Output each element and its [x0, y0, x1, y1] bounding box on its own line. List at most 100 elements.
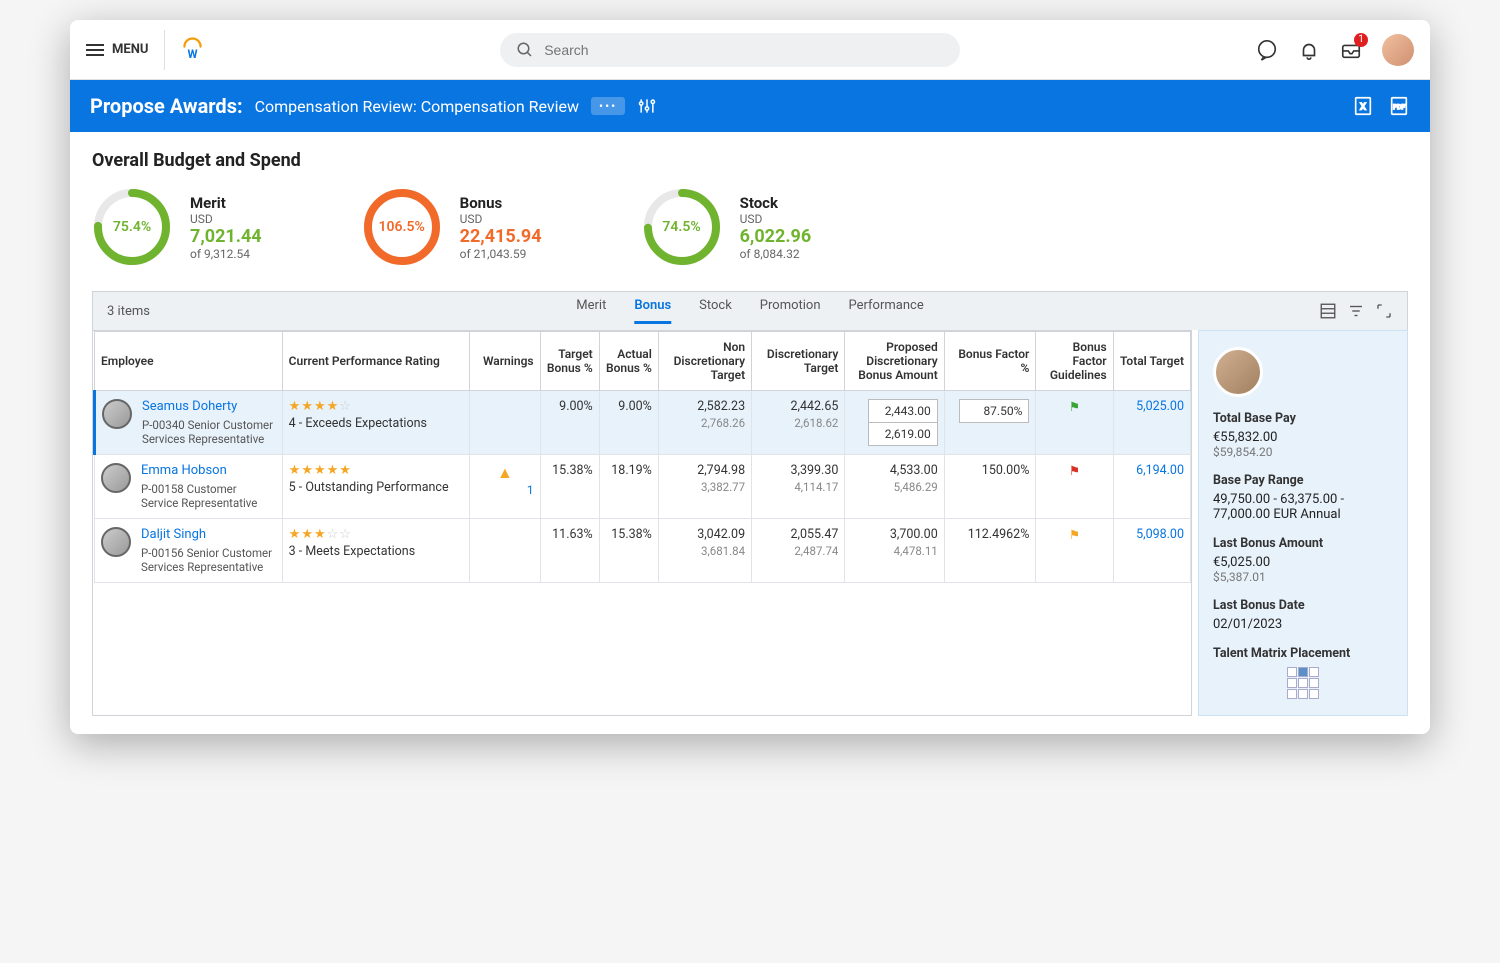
base-pay-range-value: 49,750.00 - 63,375.00 - 77,000.00 EUR An… — [1213, 492, 1393, 522]
talent-matrix-icon — [1287, 667, 1319, 699]
budget-currency: USD — [190, 212, 262, 226]
budget-of: of 21,043.59 — [460, 247, 542, 261]
base-pay-range-label: Base Pay Range — [1213, 473, 1393, 488]
bonus-factor-value: 150.00% — [982, 463, 1030, 478]
svg-text:X: X — [1360, 103, 1366, 113]
user-avatar[interactable] — [1382, 34, 1414, 66]
employee-avatar — [101, 527, 131, 557]
budget-name: Stock — [740, 194, 812, 212]
employee-name[interactable]: Seamus Doherty — [142, 399, 276, 414]
employee-position: P-00158 Customer Service Representative — [141, 482, 276, 510]
grid-view-icon[interactable] — [1319, 302, 1337, 320]
warning-count[interactable]: 1 — [476, 483, 533, 497]
employee-name[interactable]: Emma Hobson — [141, 463, 276, 478]
talent-matrix-label: Talent Matrix Placement — [1213, 646, 1393, 661]
tab-promotion[interactable]: Promotion — [760, 298, 821, 324]
total-target[interactable]: 5,098.00 — [1136, 527, 1184, 542]
budget-amount: 6,022.96 — [740, 226, 812, 247]
proposed-sub: 4,478.11 — [851, 544, 937, 558]
total-target[interactable]: 5,025.00 — [1136, 399, 1184, 414]
tab-bonus[interactable]: Bonus — [634, 298, 671, 324]
svg-text:W: W — [188, 47, 198, 61]
more-actions-pill[interactable]: ••• — [591, 97, 625, 115]
last-bonus-label: Last Bonus Amount — [1213, 536, 1393, 551]
table-row[interactable]: Daljit Singh P-00156 Senior Customer Ser… — [95, 519, 1191, 583]
non-disc-target: 3,042.09 — [665, 527, 745, 542]
tab-stock[interactable]: Stock — [699, 298, 732, 324]
col-bonus-factor[interactable]: Bonus Factor % — [944, 332, 1036, 391]
svg-text:PDF: PDF — [1393, 103, 1405, 111]
last-bonus-date-label: Last Bonus Date — [1213, 598, 1393, 613]
rating-text: 3 - Meets Expectations — [289, 544, 464, 559]
last-bonus-sub: $5,387.01 — [1213, 570, 1393, 584]
actual-bonus-pct: 9.00% — [599, 391, 658, 455]
col-total-target[interactable]: Total Target — [1113, 332, 1190, 391]
proposed-sub: 5,486.29 — [851, 480, 937, 494]
tab-performance[interactable]: Performance — [849, 298, 924, 324]
total-target[interactable]: 6,194.00 — [1136, 463, 1184, 478]
table-tabs: Merit Bonus Stock Promotion Performance — [576, 298, 923, 324]
export-excel-icon[interactable]: X — [1352, 95, 1374, 117]
donut-chart: 74.5% — [642, 187, 722, 267]
rating-stars: ★★★★★ — [289, 463, 464, 478]
employee-avatar — [101, 463, 131, 493]
menu-button[interactable]: MENU — [86, 42, 148, 57]
employee-detail-panel: Total Base Pay €55,832.00 $59,854.20 Bas… — [1198, 330, 1408, 716]
bonus-factor-input[interactable]: 87.50% — [959, 399, 1029, 423]
settings-sliders-icon[interactable] — [637, 96, 657, 116]
section-title: Overall Budget and Spend — [92, 150, 1408, 171]
target-bonus-pct: 11.63% — [540, 519, 599, 583]
export-pdf-icon[interactable]: PDF — [1388, 95, 1410, 117]
col-actual-bonus-pct[interactable]: Actual Bonus % — [599, 332, 658, 391]
col-employee[interactable]: Employee — [95, 332, 283, 391]
table-row[interactable]: Emma Hobson P-00158 Customer Service Rep… — [95, 455, 1191, 519]
col-disc-target[interactable]: Discretionary Target — [752, 332, 845, 391]
inbox-badge: 1 — [1354, 33, 1368, 47]
col-guidelines[interactable]: Bonus Factor Guidelines — [1036, 332, 1113, 391]
proposed-input[interactable]: 2,443.00 — [868, 399, 938, 423]
non-disc-target-sub: 3,681.84 — [665, 544, 745, 558]
col-rating[interactable]: Current Performance Rating — [282, 332, 470, 391]
workday-logo-icon: W — [181, 36, 204, 64]
table-row[interactable]: Seamus Doherty P-00340 Senior Customer S… — [95, 391, 1191, 455]
inbox-button[interactable]: 1 — [1340, 39, 1362, 61]
app-logo[interactable]: W — [164, 30, 204, 70]
col-target-bonus-pct[interactable]: Target Bonus % — [540, 332, 599, 391]
non-disc-target: 2,582.23 — [665, 399, 745, 414]
notifications-button[interactable] — [1298, 39, 1320, 61]
chat-button[interactable] — [1256, 39, 1278, 61]
col-non-disc-target[interactable]: Non Discretionary Target — [658, 332, 751, 391]
col-proposed[interactable]: Proposed Discretionary Bonus Amount — [845, 332, 944, 391]
filter-icon[interactable] — [1347, 302, 1365, 320]
proposed-value: 4,533.00 — [851, 463, 937, 478]
budget-amount: 22,415.94 — [460, 226, 542, 247]
employee-avatar — [102, 399, 132, 429]
employee-name[interactable]: Daljit Singh — [141, 527, 276, 542]
search-box[interactable] — [500, 33, 960, 67]
compensation-table: Employee Current Performance Rating Warn… — [93, 331, 1191, 583]
proposed-input-sub[interactable]: 2,619.00 — [868, 423, 938, 446]
employee-position: P-00156 Senior Customer Services Represe… — [141, 546, 276, 574]
total-base-pay-value: €55,832.00 — [1213, 430, 1393, 445]
donut-chart: 75.4% — [92, 187, 172, 267]
proposed-value: 3,700.00 — [851, 527, 937, 542]
donut-chart: 106.5% — [362, 187, 442, 267]
search-input[interactable] — [544, 42, 944, 58]
bell-icon — [1298, 39, 1320, 61]
disc-target-sub: 4,114.17 — [758, 480, 838, 494]
budget-amount: 7,021.44 — [190, 226, 262, 247]
last-bonus-date-value: 02/01/2023 — [1213, 617, 1393, 632]
col-warnings[interactable]: Warnings — [470, 332, 540, 391]
budget-currency: USD — [460, 212, 542, 226]
page-subtitle: Compensation Review: Compensation Review — [255, 97, 579, 116]
non-disc-target-sub: 3,382.77 — [665, 480, 745, 494]
tab-merit[interactable]: Merit — [576, 298, 606, 324]
flag-icon: ⚑ — [1069, 400, 1080, 415]
donut-percent: 74.5% — [642, 187, 722, 267]
budget-row: 75.4% Merit USD 7,021.44 of 9,312.54 106… — [92, 187, 1408, 267]
actual-bonus-pct: 18.19% — [599, 455, 658, 519]
budget-item-bonus: 106.5% Bonus USD 22,415.94 of 21,043.59 — [362, 187, 542, 267]
page-header: Propose Awards: Compensation Review: Com… — [70, 80, 1430, 132]
expand-icon[interactable] — [1375, 302, 1393, 320]
detail-avatar — [1213, 347, 1263, 397]
